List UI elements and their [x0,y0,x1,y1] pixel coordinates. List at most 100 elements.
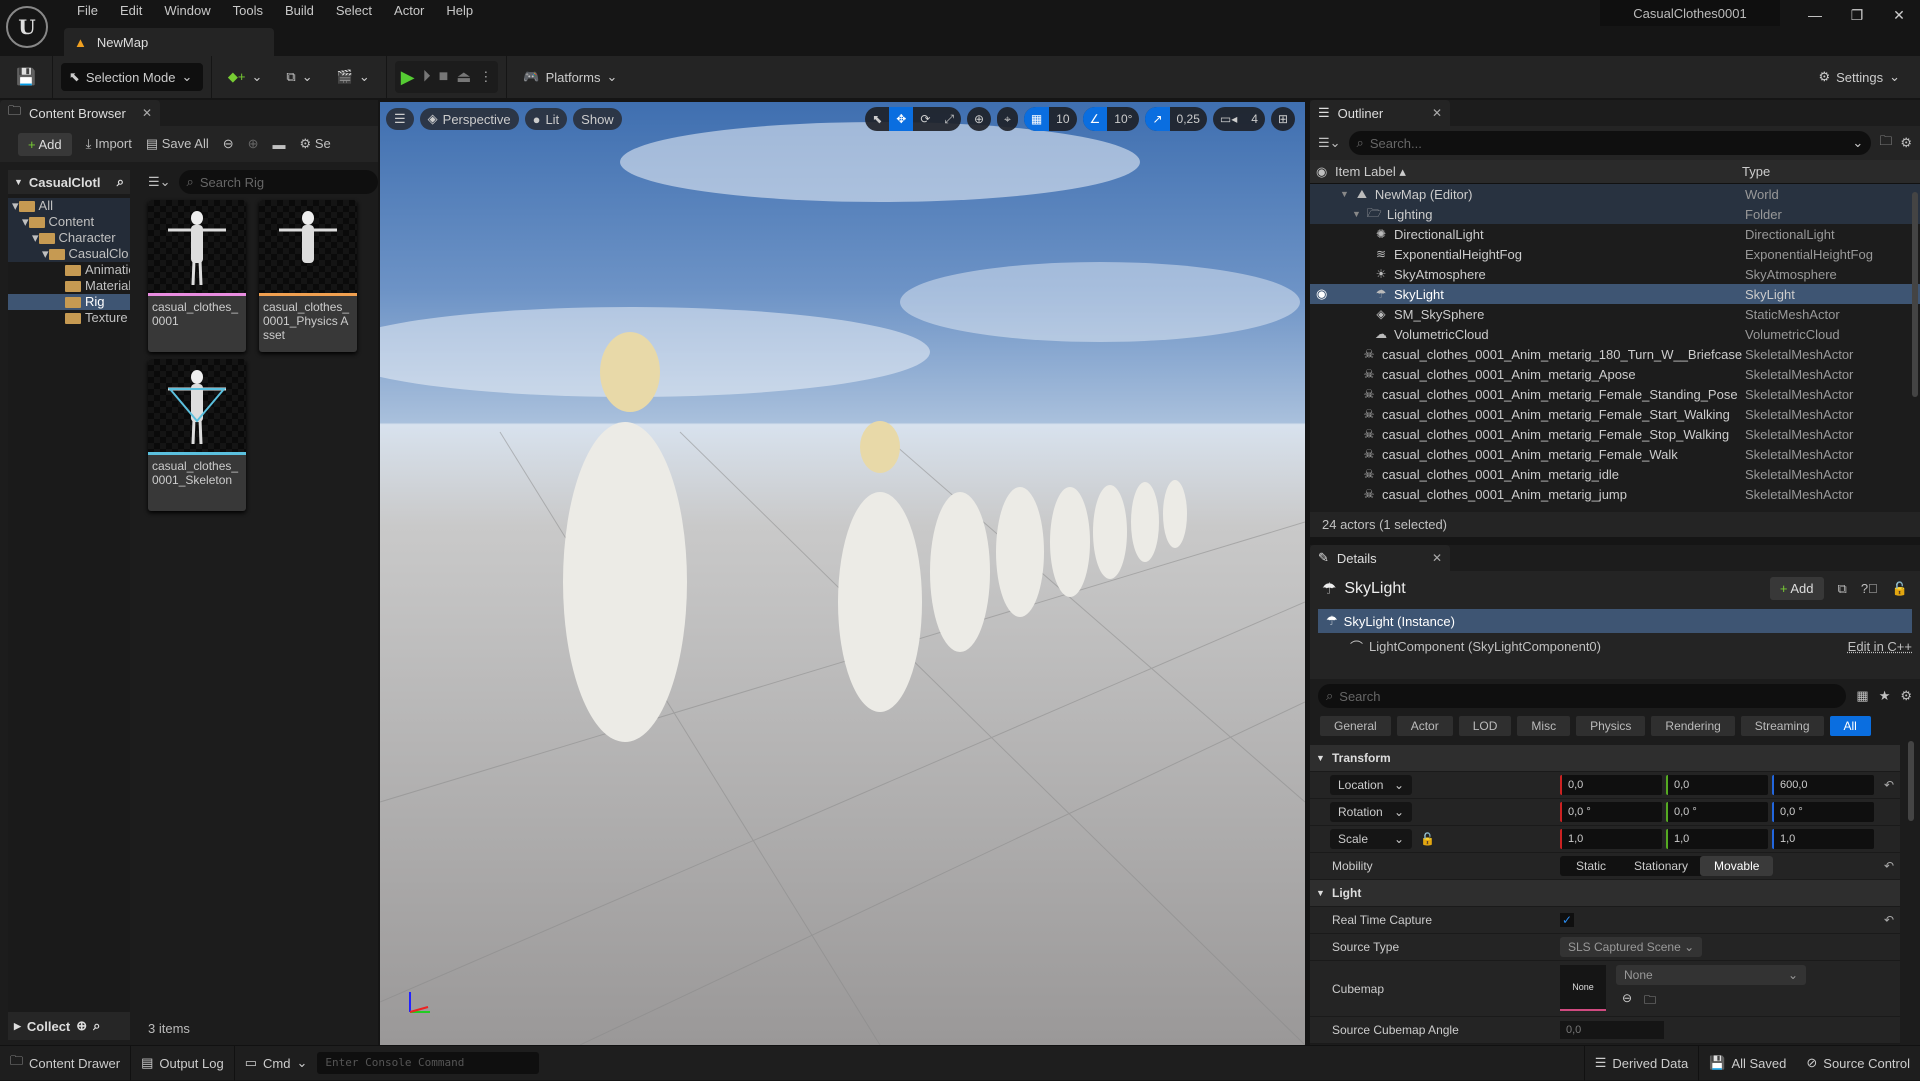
output-log-button[interactable]: ▤ Output Log [131,1045,235,1081]
selection-mode-dropdown[interactable]: ⬉ Selection Mode ⌄ [60,63,203,91]
location-y-input[interactable]: 0,0 [1666,775,1768,795]
folder-icon[interactable]: ▬ [273,137,286,152]
reset-icon[interactable]: ↶ [1884,778,1894,792]
gear-icon[interactable]: ⚙ [1900,688,1912,704]
tree-item-all[interactable]: ▾ All [8,198,130,214]
outliner-row[interactable]: ▼ 🗁 Lighting Folder [1310,204,1920,224]
asset-tile[interactable]: casual_clothes_0001_Physics Asset [259,200,357,352]
close-icon[interactable]: ✕ [142,106,152,120]
source-type-dropdown[interactable]: SLS Captured Scene ⌄ [1560,937,1703,957]
grid-snap[interactable]: ▦ 10 [1023,107,1077,131]
outliner-row[interactable]: ☠ casual_clothes_0001_Anim_metarig_jump Sk… [1310,484,1920,504]
outliner-row[interactable]: ☁ VolumetricCloud VolumetricCloud [1310,324,1920,344]
mobility-stationary[interactable]: Stationary [1622,856,1700,876]
component-instance[interactable]: ☂ SkyLight (Instance) [1318,609,1912,633]
step-icon[interactable]: ⏵ [423,68,431,86]
tree-item-character[interactable]: ▾ Character [8,230,130,246]
star-icon[interactable]: ★ [1879,688,1891,704]
restore-icon[interactable]: ❐ [1836,0,1878,30]
stop-icon[interactable]: ■ [439,68,449,86]
visibility-icon[interactable]: ◉ [1316,164,1327,180]
scale-icon[interactable]: ⤢ [937,107,961,131]
column-item-label[interactable]: Item Label ▴ [1335,164,1406,180]
forward-icon[interactable]: ⊕ [248,136,259,152]
filter-rendering[interactable]: Rendering [1651,716,1735,736]
asset-tile[interactable]: casual_clothes_0001_Skeleton [148,359,246,511]
outliner-row[interactable]: ◈ SM_SkySphere StaticMeshActor [1310,304,1920,324]
tab-details[interactable]: ✎ Details ✕ [1310,545,1450,571]
column-type[interactable]: Type [1742,164,1770,179]
layout-button[interactable]: ⊞ [1270,107,1295,131]
scale-y-input[interactable]: 1,0 [1666,829,1768,849]
visibility-icon[interactable]: ◉ [1316,286,1327,302]
menu-file[interactable]: File [66,3,109,18]
outliner-row[interactable]: ☠ casual_clothes_0001_Anim_metarig_Female… [1310,424,1920,444]
filter-streaming[interactable]: Streaming [1740,716,1824,736]
outliner-row[interactable]: ≋ ExponentialHeightFog ExponentialHeightFo… [1310,244,1920,264]
table-view-icon[interactable]: ▦ [1856,688,1868,704]
settings-dropdown[interactable]: ⚙ Settings ⌄ [1810,63,1908,91]
source-cubemap-angle-input[interactable]: 0,0 [1560,1021,1664,1039]
world-space-toggle[interactable]: ⊕ [967,107,992,131]
menu-edit[interactable]: Edit [109,3,153,18]
outliner-row[interactable]: ☠ casual_clothes_0001_Anim_metarig_Female… [1310,384,1920,404]
tree-item-textures[interactable]: Texture [8,310,130,326]
add-actor-button[interactable]: ◆+ ⌄ [220,63,271,91]
tab-outliner[interactable]: ☰ Outliner ✕ [1310,100,1450,126]
menu-build[interactable]: Build [274,3,325,18]
level-tab[interactable]: ▲ NewMap [64,28,274,56]
surface-snap-toggle[interactable]: ⌖ [997,107,1018,131]
add-folder-icon[interactable]: 🗀 [1879,132,1892,154]
reset-icon[interactable]: ↶ [1884,859,1894,873]
console-input[interactable]: Enter Console Command [317,1052,540,1074]
lock-icon[interactable]: 🔓 [1420,832,1435,846]
expand-arrow-icon[interactable]: ▼ [1340,189,1349,199]
import-button[interactable]: ⤓ Import [86,136,132,152]
save-icon[interactable]: 💾 [8,63,44,91]
location-z-input[interactable]: 600,0 [1772,775,1874,795]
filter-all[interactable]: All [1829,716,1871,736]
close-icon[interactable]: ✕ [1878,0,1920,30]
cubemap-dropdown[interactable]: None ⌄ [1616,965,1806,985]
more-options-icon[interactable]: ⋮ [479,69,492,85]
add-collection-icon[interactable]: ⊕ [76,1018,87,1034]
component-light[interactable]: ⌒ LightComponent (SkyLightComponent0) Edit… [1350,635,1912,657]
save-all-button[interactable]: ▤ Save All [146,136,209,152]
rotate-icon[interactable]: ⟳ [913,107,937,131]
filter-physics[interactable]: Physics [1576,716,1646,736]
filter-actor[interactable]: Actor [1396,716,1453,736]
platforms-dropdown[interactable]: 🎮 Platforms ⌄ [515,63,625,91]
outliner-row[interactable]: ✺ DirectionalLight DirectionalLight [1310,224,1920,244]
move-icon[interactable]: ✥ [889,107,914,131]
collections-header[interactable]: ▶ Collect ⊕ ⌕ [8,1012,130,1040]
viewport-menu-button[interactable]: ☰ [386,108,414,130]
scale-z-input[interactable]: 1,0 [1772,829,1874,849]
edit-in-cpp-link[interactable]: Edit in C++ [1848,639,1912,654]
outliner-row[interactable]: ◉ ☂ SkyLight SkyLight [1310,284,1920,304]
outliner-row[interactable]: ▼ ⛰ NewMap (Editor) World [1310,184,1920,204]
details-scrollbar[interactable] [1908,741,1914,821]
filter-lod[interactable]: LOD [1458,716,1512,736]
source-control-button[interactable]: ⊘ Source Control [1796,1046,1920,1081]
close-icon[interactable]: ✕ [1432,106,1442,120]
back-icon[interactable]: ⊖ [223,136,234,152]
lock-icon[interactable]: 🔓 [1892,581,1908,597]
section-light[interactable]: ▼ Light [1310,880,1900,907]
add-button[interactable]: + Add [18,132,72,156]
perspective-button[interactable]: ◈ Perspective [419,108,519,130]
lit-button[interactable]: ● Lit [524,108,568,130]
menu-help[interactable]: Help [435,3,484,18]
asset-tile[interactable]: casual_clothes_0001 [148,200,246,352]
sources-header[interactable]: ▼ CasualClotl ⌕ [8,170,130,194]
cinematics-button[interactable]: 🎬 ⌄ [329,63,378,91]
close-icon[interactable]: ✕ [1432,551,1442,565]
select-icon[interactable]: ⬉ [865,107,889,131]
expand-arrow-icon[interactable]: ▼ [1352,209,1361,219]
outliner-row[interactable]: ☀ SkyAtmosphere SkyAtmosphere [1310,264,1920,284]
mobility-static[interactable]: Static [1560,856,1622,876]
tab-content-browser[interactable]: 🗀 Content Browser ✕ [0,100,160,126]
use-selected-icon[interactable]: ⊖ [1622,991,1632,1005]
rotation-y-input[interactable]: 0,0 ° [1666,802,1768,822]
section-transform[interactable]: ▼ Transform [1310,745,1900,772]
minimize-icon[interactable]: — [1794,0,1836,30]
